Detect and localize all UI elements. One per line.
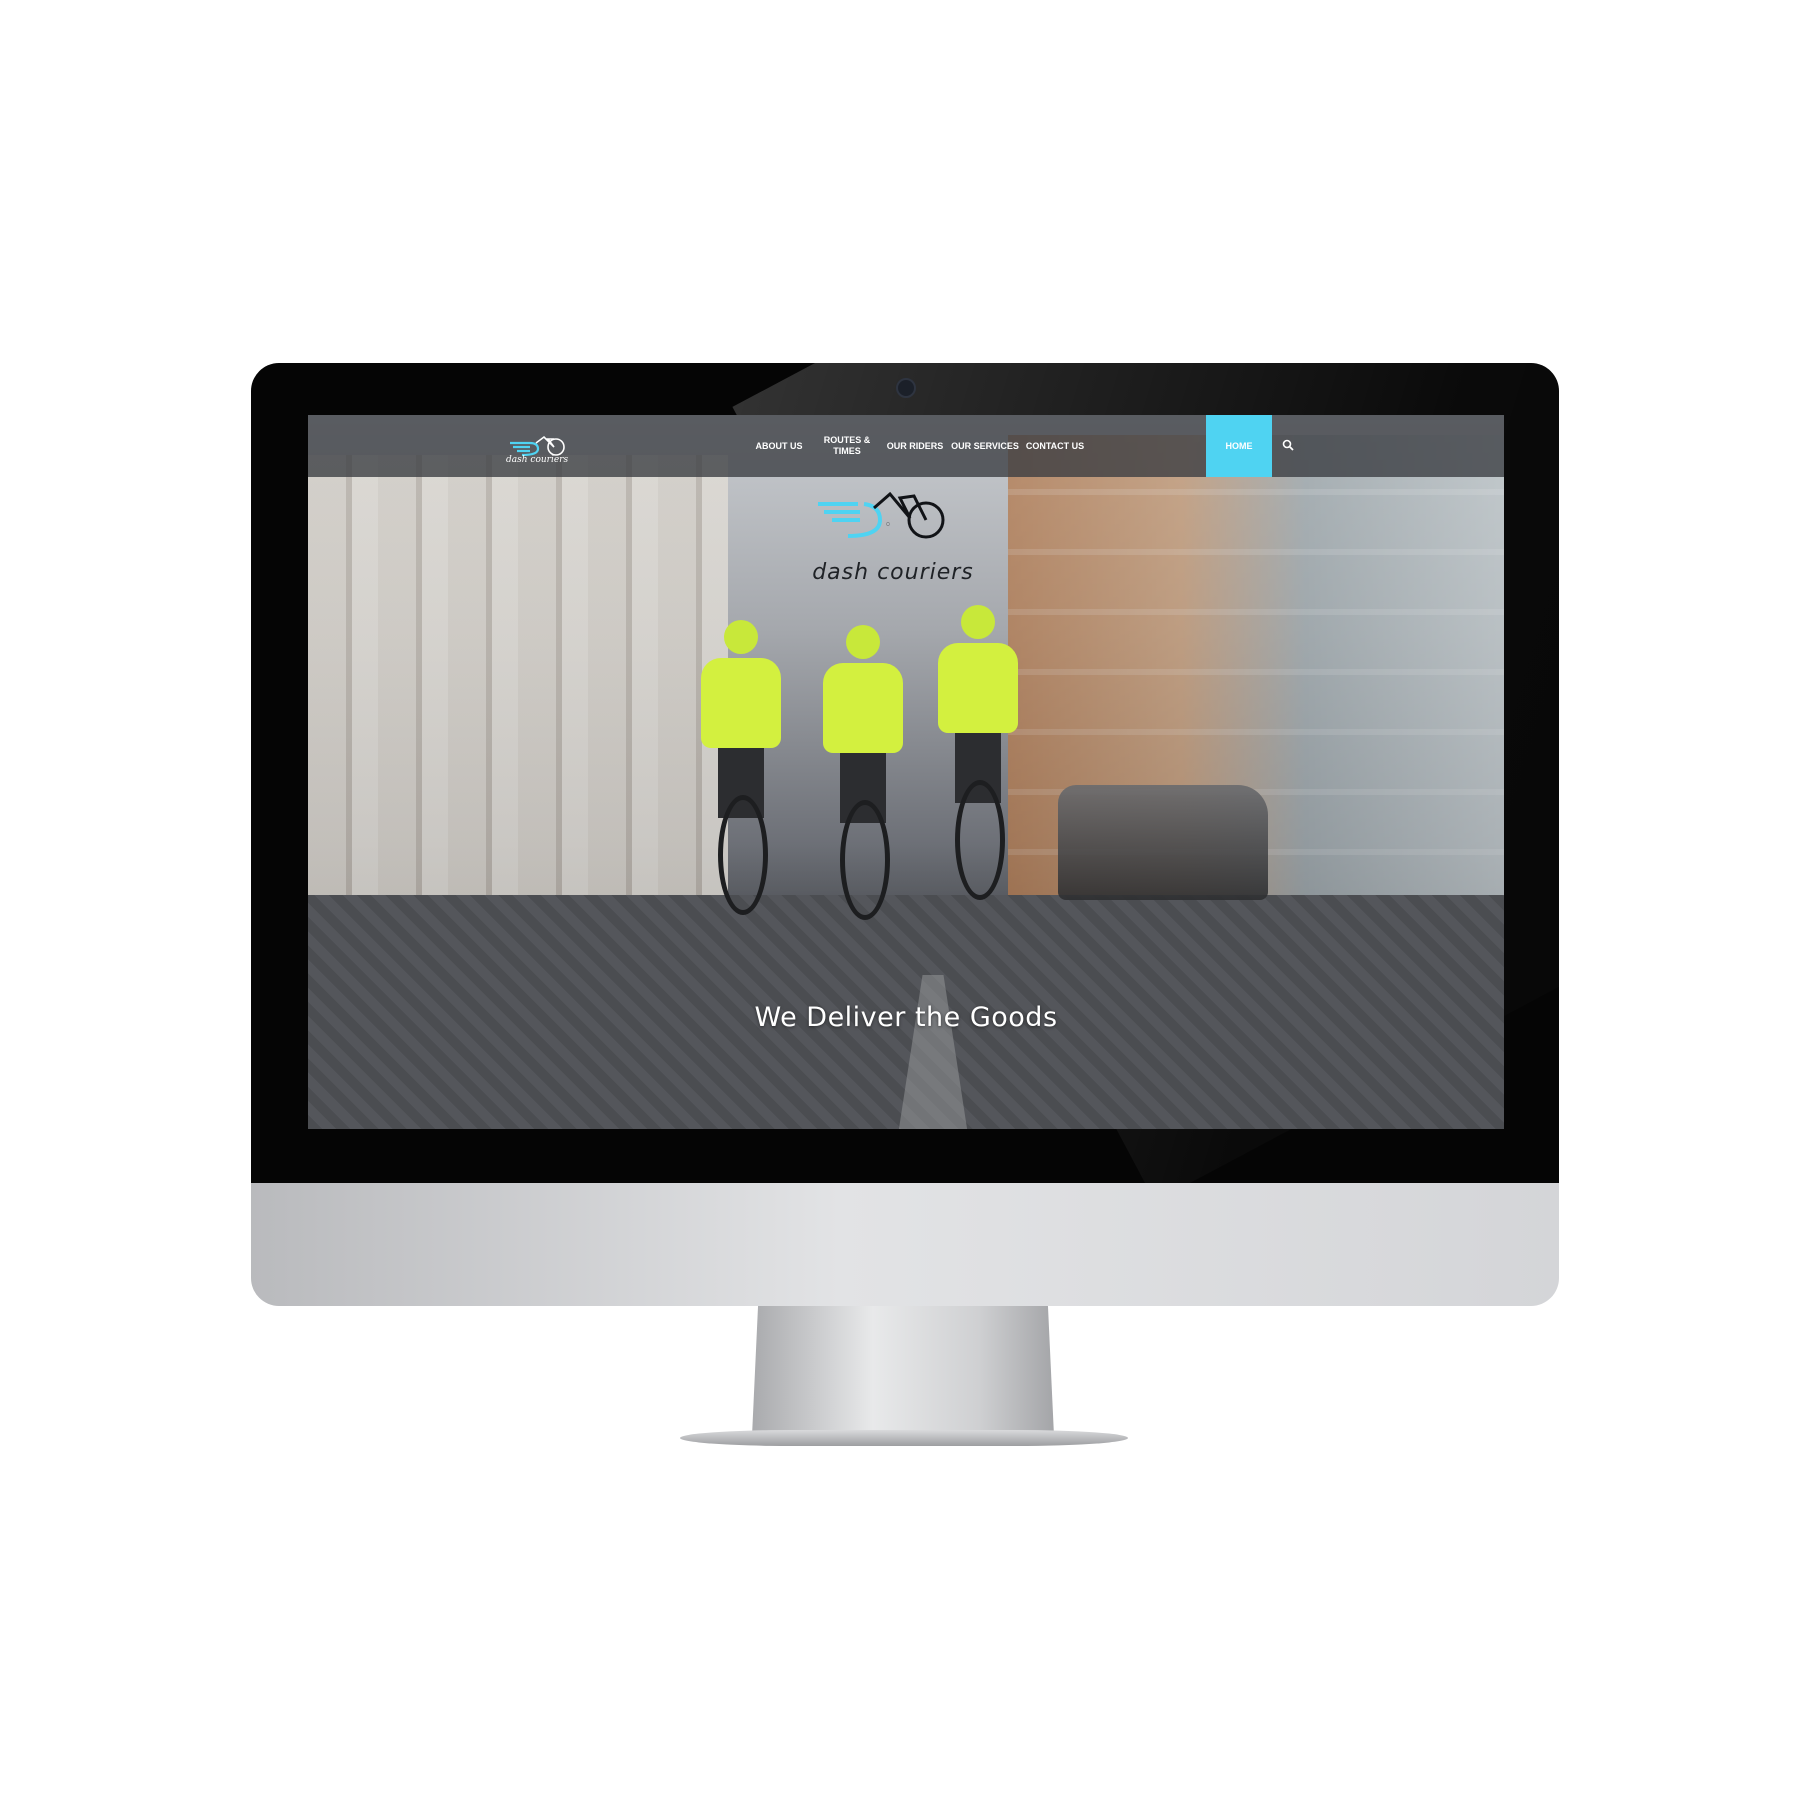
monitor-chin — [251, 1183, 1559, 1306]
nav-about-us[interactable]: ABOUT US — [744, 415, 814, 477]
courier-rider — [933, 605, 1023, 905]
nav-routes-times[interactable]: ROUTES & TIMES — [812, 415, 882, 477]
nav-brand-name: dash couriers — [506, 455, 569, 465]
monitor-base — [680, 1430, 1128, 1446]
car — [1058, 785, 1268, 900]
camera-icon — [896, 378, 916, 398]
website-screen: dash couriers ABOUT US ROUTES & TIMES OU… — [308, 415, 1504, 1129]
imac-mockup: dash couriers ABOUT US ROUTES & TIMES OU… — [0, 0, 1800, 1800]
hero-brand-name: dash couriers — [812, 560, 974, 585]
nav-contact-us[interactable]: CONTACT US — [1020, 415, 1090, 477]
hero-tagline: We Deliver the Goods — [754, 1002, 1058, 1033]
courier-rider — [696, 620, 786, 920]
nav-our-riders[interactable]: OUR RIDERS — [880, 415, 950, 477]
top-navigation: dash couriers ABOUT US ROUTES & TIMES OU… — [308, 415, 1504, 477]
search-icon[interactable] — [1282, 439, 1294, 451]
nav-home[interactable]: HOME — [1206, 415, 1272, 477]
nav-our-services[interactable]: OUR SERVICES — [950, 415, 1020, 477]
monitor-stand — [752, 1306, 1054, 1436]
courier-rider — [818, 625, 908, 925]
building-left — [308, 455, 728, 915]
hero-logo — [818, 491, 945, 539]
